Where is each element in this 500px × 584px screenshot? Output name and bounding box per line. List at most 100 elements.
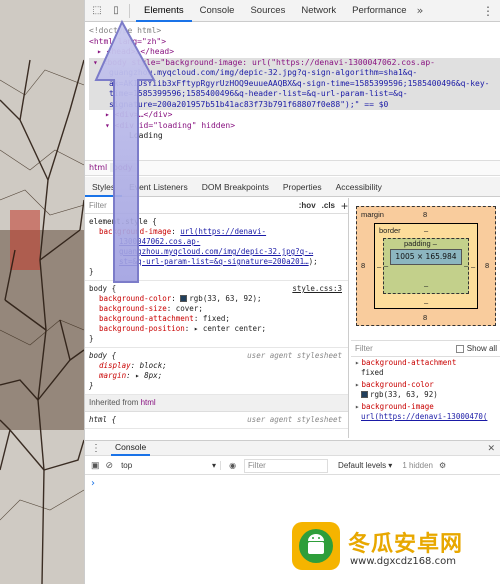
computed-name: background-attachment <box>361 358 457 367</box>
inherited-from-link[interactable]: html <box>141 398 156 407</box>
property-url[interactable]: url(https://denavi- <box>180 227 266 236</box>
watermark-url: www.dgxcdz168.com <box>350 556 456 567</box>
hover-state-button[interactable]: :hov <box>299 201 316 211</box>
tab-accessibility[interactable]: Accessibility <box>329 177 389 197</box>
gear-icon[interactable]: ⚙ <box>439 461 446 470</box>
computed-pane: Filter Show all ▸ background-attachment f… <box>351 340 500 438</box>
margin-top-value[interactable]: 8 <box>423 210 427 219</box>
watermark-logo <box>292 522 340 570</box>
computed-name: background-color <box>361 380 434 389</box>
hidden-count: 1 hidden <box>402 461 434 470</box>
property-name: margin <box>99 371 127 380</box>
tab-properties[interactable]: Properties <box>276 177 329 197</box>
computed-value[interactable]: url(https://denavi-13000470( <box>355 412 497 422</box>
computed-item[interactable]: ▸ background-color rgb(33, 63, 92) <box>351 379 500 401</box>
tree-silhouette <box>0 0 84 584</box>
sidebar-toggle-icon[interactable]: ▣ <box>91 460 100 471</box>
html-ua-rule: html { user agent stylesheet <box>85 412 348 429</box>
watermark-title: 冬瓜安卓网 <box>348 532 464 557</box>
context-value: top <box>121 461 133 470</box>
style-property[interactable]: background-size: cover; <box>89 304 344 314</box>
style-property: margin: ▸ 8px; <box>99 371 163 380</box>
log-levels-select[interactable]: Default levels ▾ <box>338 461 392 470</box>
watermark: 冬瓜安卓网 www.dgxcdz168.com <box>292 520 492 576</box>
expand-icon[interactable]: ▸ <box>355 380 360 389</box>
style-property[interactable]: background-color: rgb(33, 63, 92); <box>89 294 344 304</box>
padding-label: padding – <box>404 239 437 248</box>
box-model-margin[interactable]: margin 8 8 8 8 border – – – – padding – … <box>356 206 496 326</box>
ua-stylesheet-label: user agent stylesheet <box>247 415 342 424</box>
computed-value: rgb(33, 63, 92) <box>370 390 438 399</box>
tab-performance[interactable]: Performance <box>344 0 414 22</box>
rule-close: } <box>89 334 94 343</box>
border-bottom-value[interactable]: – <box>424 298 428 307</box>
computed-item[interactable]: ▸ background-image url(https://denavi-130… <box>351 401 500 423</box>
property-name: background-color <box>99 294 172 303</box>
margin-right-value[interactable]: 8 <box>485 261 489 270</box>
clear-console-icon[interactable]: ⊘ <box>106 460 114 471</box>
property-value: ▸ center center; <box>193 324 267 333</box>
computed-value: fixed <box>361 368 384 377</box>
chevron-down-icon: ▾ <box>212 461 217 470</box>
margin-label: margin <box>361 210 384 219</box>
computed-name: background-image <box>361 402 434 411</box>
console-prompt[interactable]: › <box>91 478 95 489</box>
tab-network[interactable]: Network <box>293 0 344 22</box>
inherited-header: Inherited from html <box>85 395 348 412</box>
expand-icon[interactable]: ▸ <box>355 358 360 367</box>
padding-bottom-value[interactable]: – <box>424 281 428 290</box>
live-expression-icon[interactable]: ◉ <box>229 461 236 470</box>
drawer-menu-icon[interactable]: ⋮ <box>91 443 101 454</box>
close-drawer-icon[interactable]: ✕ <box>487 443 495 454</box>
new-rule-button[interactable]: + <box>341 200 348 212</box>
android-robot-icon <box>308 534 324 554</box>
body-style-rule: body { style.css:3 background-color: rgb… <box>85 281 348 348</box>
drawer-header: ⋮ Console ✕ <box>85 440 500 456</box>
computed-item[interactable]: ▸ background-attachment fixed <box>351 357 500 379</box>
more-tabs-button[interactable]: » <box>417 4 424 17</box>
property-value: rgb(33, 63, 92) <box>189 294 258 303</box>
property-value: block; <box>139 361 167 370</box>
drawer-tab-console[interactable]: Console <box>111 440 151 456</box>
color-swatch <box>361 391 368 398</box>
style-property[interactable]: background-position: ▸ center center; <box>89 324 344 334</box>
padding-left-value[interactable]: – <box>384 261 388 270</box>
tab-sources[interactable]: Sources <box>242 0 293 22</box>
box-model: margin 8 8 8 8 border – – – – padding – … <box>351 198 500 334</box>
devtools-menu-icon[interactable]: ⋮ <box>482 4 494 18</box>
rule-close: } <box>89 381 94 390</box>
property-name: background-attachment <box>99 314 194 323</box>
margin-bottom-value[interactable]: 8 <box>423 313 427 322</box>
source-link[interactable]: style.css:3 <box>292 284 342 294</box>
annotation-arrow-icon <box>94 19 156 283</box>
border-right-value[interactable]: – <box>471 262 475 271</box>
box-model-content[interactable]: 1005 × 165.984 <box>390 249 462 265</box>
background-photo <box>0 0 84 584</box>
class-toggle-button[interactable]: .cls <box>322 201 335 211</box>
show-all-checkbox[interactable] <box>455 344 464 353</box>
computed-filter-input[interactable]: Filter <box>355 344 373 354</box>
computed-value-row: rgb(33, 63, 92) <box>355 390 497 400</box>
show-all-toggle[interactable]: Show all <box>455 343 497 354</box>
property-name: background-position <box>99 324 185 333</box>
tab-console[interactable]: Console <box>192 0 243 22</box>
ua-stylesheet-label: user agent stylesheet <box>247 351 342 360</box>
show-all-label: Show all <box>466 343 497 353</box>
context-select[interactable]: top ▾ <box>121 461 222 470</box>
console-filter-input[interactable]: Filter <box>244 458 329 473</box>
box-model-border[interactable]: border – – – – padding – – – – 1005 × 16… <box>374 223 478 309</box>
color-swatch[interactable] <box>180 295 188 302</box>
style-property[interactable]: background-attachment: fixed; <box>89 314 344 324</box>
margin-left-value[interactable]: 8 <box>361 261 365 270</box>
property-value: fixed; <box>202 314 230 323</box>
padding-right-value[interactable]: – <box>464 261 468 270</box>
android-logo-icon <box>299 529 333 563</box>
computed-filter-bar: Filter Show all <box>351 341 500 357</box>
border-left-value[interactable]: – <box>377 262 381 271</box>
box-model-padding[interactable]: padding – – – – 1005 × 165.984 <box>383 238 469 294</box>
property-end: ); <box>308 257 318 266</box>
expand-icon[interactable]: ▸ <box>355 402 360 411</box>
property-value: ▸ 8px; <box>135 371 163 380</box>
border-top-value[interactable]: – <box>424 226 428 235</box>
tab-dom-breakpoints[interactable]: DOM Breakpoints <box>195 177 276 197</box>
